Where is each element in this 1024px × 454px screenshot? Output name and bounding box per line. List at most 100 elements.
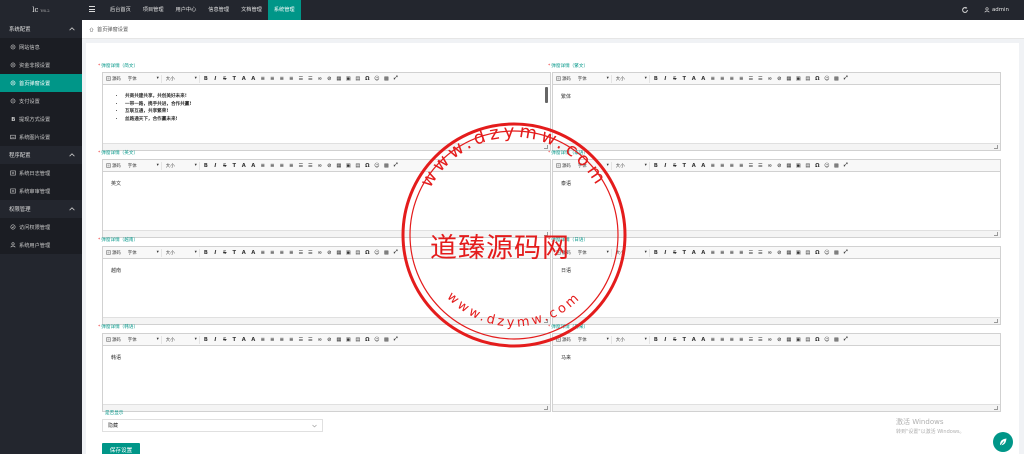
align-right-button[interactable]: ≡ (278, 74, 286, 83)
clear-format-button[interactable]: T (230, 161, 238, 170)
unlink-button[interactable]: ⊘ (325, 335, 333, 344)
italic-button[interactable]: I (661, 161, 669, 170)
link-button[interactable]: ∞ (316, 335, 324, 344)
bg-color-button[interactable]: A (249, 74, 257, 83)
horizontal-rule-button[interactable]: ▩ (832, 335, 840, 344)
fullscreen-button[interactable]: ⤢ (392, 161, 400, 170)
strike-button[interactable]: S (221, 161, 229, 170)
special-char-button[interactable]: Ω (813, 248, 821, 257)
unordered-list-button[interactable]: ☰ (756, 161, 764, 170)
link-button[interactable]: ∞ (766, 161, 774, 170)
align-right-button[interactable]: ≡ (728, 161, 736, 170)
editor-content[interactable]: 英文 (103, 172, 550, 230)
horizontal-rule-button[interactable]: ▩ (832, 161, 840, 170)
sidebar-item[interactable]: 系统图片设置 (0, 128, 82, 146)
ordered-list-button[interactable]: ☰ (747, 161, 755, 170)
font-family-select[interactable]: 字体 ▾ (576, 74, 612, 83)
font-family-select[interactable]: 字体 ▾ (126, 248, 162, 257)
font-color-button[interactable]: A (690, 335, 698, 344)
font-family-select[interactable]: 字体 ▾ (576, 161, 612, 170)
image-button[interactable]: ▣ (794, 335, 802, 344)
special-char-button[interactable]: Ω (813, 335, 821, 344)
align-center-button[interactable]: ≡ (268, 161, 276, 170)
align-left-button[interactable]: ≡ (259, 161, 267, 170)
image-button[interactable]: ▣ (344, 161, 352, 170)
image-button[interactable]: ▣ (344, 248, 352, 257)
sidebar-group[interactable]: 系统配置 (0, 20, 82, 38)
top-nav-item[interactable]: 项目管理 (137, 0, 170, 20)
top-nav-item[interactable]: 信息管理 (202, 0, 235, 20)
bold-button[interactable]: B (202, 74, 210, 83)
justify-button[interactable]: ≡ (737, 74, 745, 83)
ordered-list-button[interactable]: ☰ (297, 161, 305, 170)
fullscreen-button[interactable]: ⤢ (842, 74, 850, 83)
table-button[interactable]: ▦ (785, 74, 793, 83)
clear-format-button[interactable]: T (230, 335, 238, 344)
top-nav-item[interactable]: 文档管理 (235, 0, 268, 20)
unordered-list-button[interactable]: ☰ (756, 248, 764, 257)
align-center-button[interactable]: ≡ (718, 248, 726, 257)
editor-resize-handle[interactable] (553, 230, 1000, 237)
justify-button[interactable]: ≡ (287, 335, 295, 344)
sidebar-item[interactable]: 资金非报设置 (0, 56, 82, 74)
align-left-button[interactable]: ≡ (259, 74, 267, 83)
unordered-list-button[interactable]: ☰ (306, 248, 314, 257)
table-button[interactable]: ▦ (785, 248, 793, 257)
sidebar-group[interactable]: 权限管理 (0, 200, 82, 218)
horizontal-rule-button[interactable]: ▩ (832, 248, 840, 257)
fullscreen-button[interactable]: ⤢ (842, 248, 850, 257)
fullscreen-button[interactable]: ⤢ (842, 335, 850, 344)
sidebar-item[interactable]: B 提现方式设置 (0, 110, 82, 128)
user-menu[interactable]: admin (984, 0, 1009, 20)
sidebar-item[interactable]: 系统用户管理 (0, 236, 82, 254)
emoji-button[interactable]: ☺ (373, 248, 381, 257)
align-left-button[interactable]: ≡ (709, 248, 717, 257)
editor-content[interactable]: 繁体 (553, 85, 1000, 143)
sidebar-group[interactable]: 程序配置 (0, 146, 82, 164)
image-button[interactable]: ▣ (794, 248, 802, 257)
unordered-list-button[interactable]: ☰ (306, 161, 314, 170)
ordered-list-button[interactable]: ☰ (297, 74, 305, 83)
justify-button[interactable]: ≡ (737, 248, 745, 257)
align-right-button[interactable]: ≡ (728, 248, 736, 257)
font-size-select[interactable]: 大小 ▾ (164, 161, 200, 170)
popup-display-select[interactable]: 隐藏 (102, 419, 323, 432)
font-family-select[interactable]: 字体 ▾ (126, 161, 162, 170)
ordered-list-button[interactable]: ☰ (747, 248, 755, 257)
bg-color-button[interactable]: A (699, 335, 707, 344)
font-family-select[interactable]: 字体 ▾ (576, 335, 612, 344)
strike-button[interactable]: S (671, 74, 679, 83)
clear-format-button[interactable]: T (230, 74, 238, 83)
clear-format-button[interactable]: T (680, 335, 688, 344)
media-button[interactable]: ▤ (354, 335, 362, 344)
image-button[interactable]: ▣ (344, 335, 352, 344)
source-button[interactable]: 源码 (106, 250, 121, 256)
bold-button[interactable]: B (652, 161, 660, 170)
fullscreen-button[interactable]: ⤢ (842, 161, 850, 170)
editor-resize-handle[interactable] (553, 317, 1000, 324)
table-button[interactable]: ▦ (785, 161, 793, 170)
justify-button[interactable]: ≡ (737, 335, 745, 344)
align-left-button[interactable]: ≡ (259, 248, 267, 257)
editor-content[interactable]: 共商共建共享，共创美好未来!一带一路，携手共进，合作共赢!互联互通，共享繁荣!丝… (103, 85, 550, 143)
unlink-button[interactable]: ⊘ (325, 248, 333, 257)
ordered-list-button[interactable]: ☰ (297, 335, 305, 344)
editor-resize-handle[interactable] (103, 317, 550, 324)
align-center-button[interactable]: ≡ (268, 74, 276, 83)
justify-button[interactable]: ≡ (737, 161, 745, 170)
align-left-button[interactable]: ≡ (709, 161, 717, 170)
emoji-button[interactable]: ☺ (823, 161, 831, 170)
strike-button[interactable]: S (671, 248, 679, 257)
align-right-button[interactable]: ≡ (728, 74, 736, 83)
table-button[interactable]: ▦ (335, 161, 343, 170)
editor-resize-handle[interactable] (103, 143, 550, 150)
horizontal-rule-button[interactable]: ▩ (382, 161, 390, 170)
editor-content[interactable]: 马来 (553, 346, 1000, 404)
strike-button[interactable]: S (671, 161, 679, 170)
top-nav-item[interactable]: 系统管理 (267, 0, 301, 20)
special-char-button[interactable]: Ω (363, 335, 371, 344)
unordered-list-button[interactable]: ☰ (306, 335, 314, 344)
sidebar-item[interactable]: 系统日志管理 (0, 164, 82, 182)
clear-format-button[interactable]: T (680, 161, 688, 170)
special-char-button[interactable]: Ω (813, 161, 821, 170)
